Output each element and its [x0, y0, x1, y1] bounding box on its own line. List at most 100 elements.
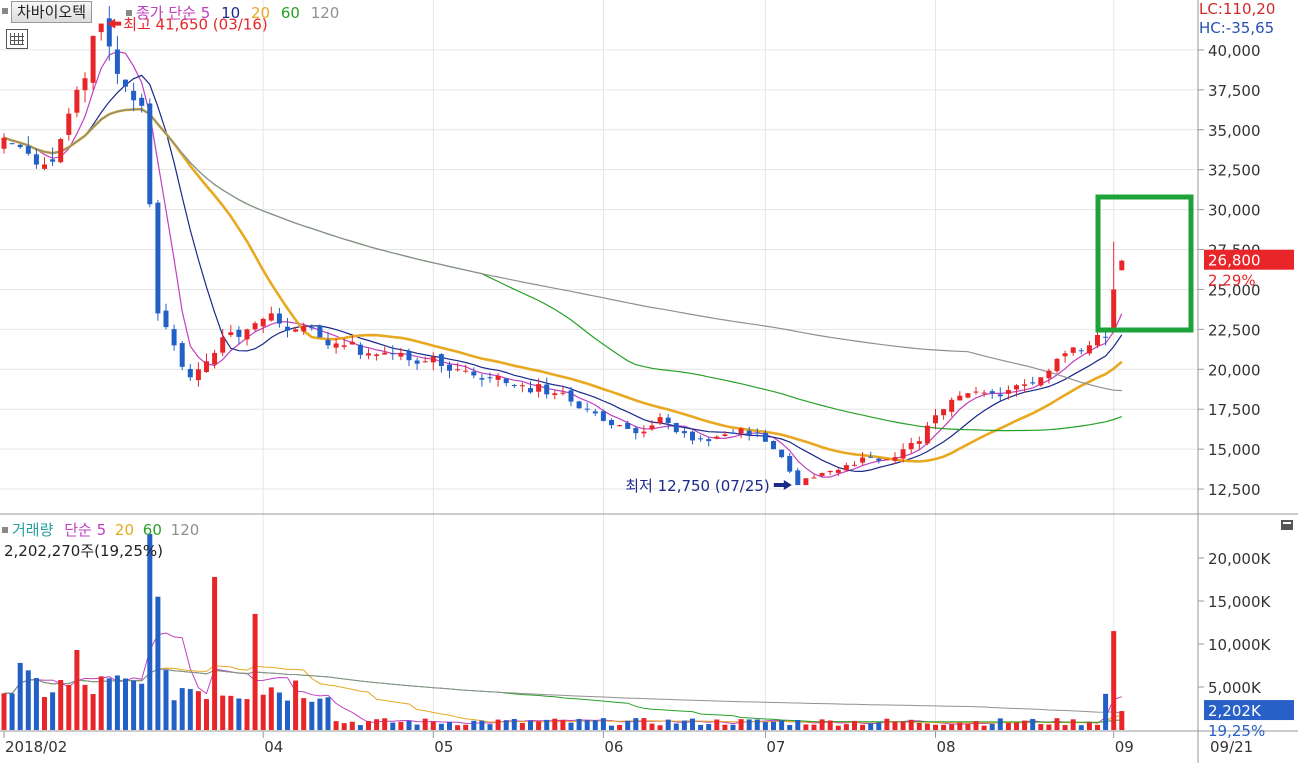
- volume-bar: [973, 721, 979, 730]
- volume-bar: [1014, 722, 1019, 730]
- candle-body: [366, 353, 371, 356]
- candle-body: [965, 393, 971, 398]
- volume-bar: [244, 699, 250, 730]
- candle-body: [236, 329, 242, 337]
- volume-bar: [285, 700, 290, 730]
- volume-bar: [406, 720, 412, 730]
- candle-body: [916, 441, 922, 444]
- candle-body: [714, 436, 720, 439]
- candle-body: [9, 143, 15, 145]
- volume-bar: [366, 721, 371, 730]
- volume-bar: [82, 684, 88, 730]
- volume-bar: [819, 719, 825, 730]
- date-x-ticks: 2018/02 04 05 06 07 08 09 09/21: [3, 731, 1253, 756]
- axis-frame: [0, 0, 1298, 763]
- candle-body: [309, 327, 315, 329]
- candle-body: [584, 408, 590, 410]
- volume-bar: [74, 650, 80, 730]
- candle-body: [819, 473, 825, 476]
- volume-bar: [260, 694, 266, 730]
- candle-body: [519, 385, 525, 387]
- candle-body: [1095, 335, 1100, 346]
- candle-body: [398, 353, 404, 357]
- ma10-label[interactable]: 10: [221, 4, 240, 22]
- candle-body: [212, 352, 218, 365]
- grid-toggle-icon[interactable]: [6, 29, 28, 49]
- collapse-panel-icon[interactable]: [1281, 520, 1293, 530]
- low-label: 최저 12,750 (07/25): [625, 477, 770, 495]
- candle-body: [633, 427, 639, 434]
- candle-body: [406, 351, 412, 361]
- volume-ma5-label[interactable]: 5: [97, 521, 107, 539]
- volume-ma60-label[interactable]: 60: [143, 521, 162, 539]
- x-tick-label: 05: [434, 738, 453, 756]
- candle-body: [430, 356, 436, 363]
- volume-bar: [503, 720, 509, 730]
- candle-body: [179, 343, 185, 367]
- candle-body: [933, 415, 938, 424]
- volume-bar: [276, 692, 282, 730]
- volume-tick-label: 20,000K: [1208, 550, 1271, 568]
- volume-bar: [536, 721, 542, 730]
- candle-body: [171, 329, 177, 346]
- stock-selector-button[interactable]: 차바이오텍: [11, 1, 93, 23]
- candle-body: [738, 428, 744, 434]
- ma20-label[interactable]: 20: [251, 4, 270, 22]
- candle-body: [568, 390, 574, 402]
- volume-ma20-label[interactable]: 20: [115, 521, 134, 539]
- volume-bar: [1038, 724, 1044, 730]
- candle-body: [576, 401, 582, 409]
- candle-body: [528, 388, 533, 393]
- volume-bar: [147, 533, 153, 730]
- volume-bar: [42, 697, 47, 730]
- candle-body: [455, 369, 461, 371]
- volume-bar: [641, 718, 647, 730]
- stock-name: 차바이오텍: [17, 3, 87, 21]
- volume-bar: [714, 719, 720, 730]
- candle-body: [471, 371, 477, 376]
- ma120-label[interactable]: 120: [311, 4, 340, 22]
- ma60-label[interactable]: 60: [281, 4, 300, 22]
- volume-bar: [771, 721, 776, 730]
- volume-bar: [560, 720, 566, 730]
- candle-body: [560, 392, 566, 394]
- volume-current: 2,202,270주(19,25%): [4, 542, 164, 560]
- candle-body: [495, 375, 501, 380]
- candle-body: [641, 431, 647, 434]
- volume-bar: [730, 724, 736, 730]
- volume-bar: [414, 724, 420, 730]
- volume-bar: [382, 718, 388, 730]
- candle-body: [131, 90, 137, 101]
- volume-bar: [803, 724, 809, 730]
- candle-body: [374, 354, 380, 356]
- volume-bar: [90, 694, 96, 730]
- candle-body: [301, 325, 307, 332]
- ma5-line: [3, 50, 1123, 478]
- volume-bar: [852, 720, 857, 730]
- volume-bar: [325, 697, 331, 730]
- volume-bar: [1070, 719, 1076, 730]
- candle-body: [779, 449, 785, 458]
- volume-ma120-label[interactable]: 120: [171, 521, 200, 539]
- candle-body: [187, 368, 193, 378]
- volume-bar: [900, 721, 906, 730]
- candle-body: [123, 79, 128, 87]
- price-legend: 종가 단순 5 10 20 60 120: [126, 2, 339, 23]
- volume-bar: [519, 722, 525, 730]
- volume-bar: [722, 724, 728, 730]
- x-tick-label: 06: [604, 738, 623, 756]
- y-tick-label: 12,500: [1208, 481, 1261, 499]
- volume-tick-label: 5,000K: [1208, 679, 1262, 697]
- candle-body: [204, 361, 209, 372]
- volume-bar: [195, 691, 201, 730]
- volume-bar: [576, 718, 582, 730]
- candle-body: [50, 159, 56, 162]
- ma5-label[interactable]: 5: [201, 4, 211, 22]
- candle-body: [511, 385, 517, 387]
- volume-bar: [66, 684, 72, 730]
- candle-body: [503, 378, 509, 384]
- candle-body: [58, 138, 64, 163]
- volume-bar: [333, 721, 339, 730]
- y-tick-label: 17,500: [1208, 401, 1261, 419]
- volume-bar: [868, 723, 874, 730]
